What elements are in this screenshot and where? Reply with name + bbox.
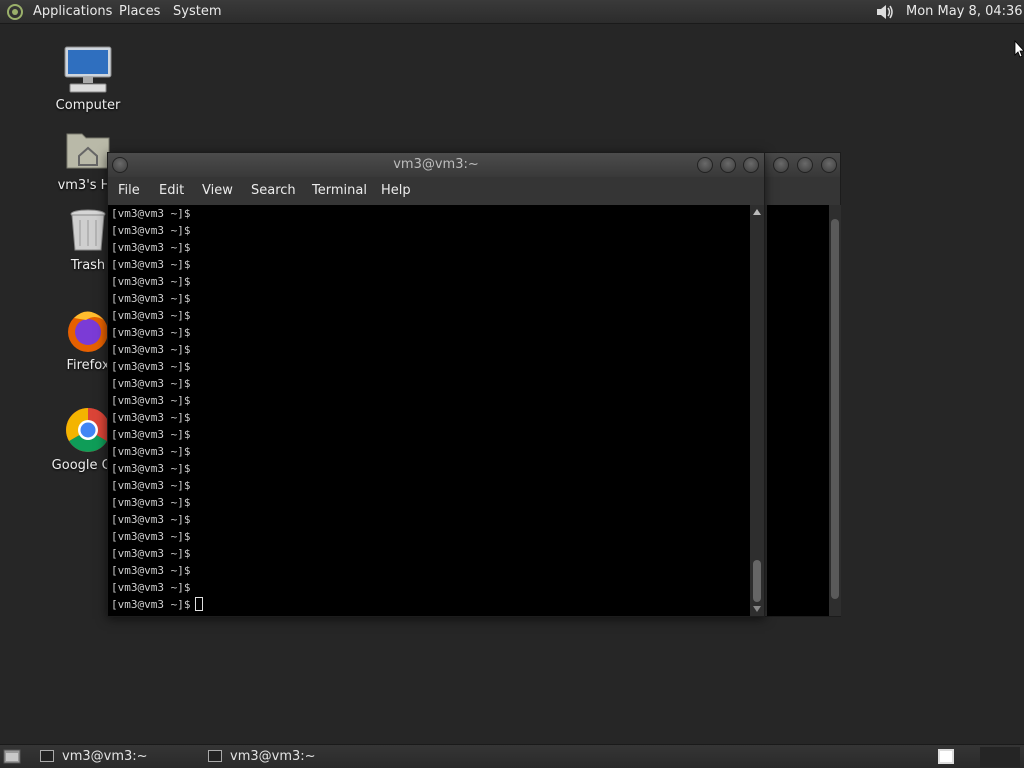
terminal-line: [vm3@vm3 ~]$: [111, 581, 191, 594]
window-title: vm3@vm3:~: [393, 157, 479, 172]
scroll-up-arrow-icon[interactable]: [753, 209, 761, 215]
system-menu[interactable]: System: [173, 0, 221, 24]
window-menubar: [761, 177, 840, 205]
menu-edit[interactable]: Edit: [159, 177, 184, 205]
workspace-switcher-icon[interactable]: [938, 749, 954, 764]
terminal-prompt: [vm3@vm3 ~]$: [111, 598, 191, 611]
home-folder-icon: [66, 133, 110, 169]
distro-logo-icon[interactable]: [6, 3, 24, 21]
taskbar-item[interactable]: vm3@vm3:~: [208, 745, 368, 768]
menu-bar: File Edit View Search Terminal Help: [108, 177, 764, 205]
terminal-line: [vm3@vm3 ~]$: [111, 530, 191, 543]
menu-file[interactable]: File: [118, 177, 140, 205]
scroll-down-arrow-icon[interactable]: [753, 606, 761, 612]
clock[interactable]: Mon May 8, 04:36: [906, 0, 1023, 24]
desktop-icon-label: Computer: [55, 98, 121, 113]
terminal-line: [vm3@vm3 ~]$: [111, 411, 191, 424]
terminal-line: [vm3@vm3 ~]$: [111, 224, 191, 237]
terminal-line: [vm3@vm3 ~]$: [111, 258, 191, 271]
window-titlebar[interactable]: vm3@vm3:~: [108, 153, 764, 177]
terminal-icon: [208, 750, 222, 762]
terminal-prompt-line: [vm3@vm3 ~]$: [111, 596, 204, 613]
terminal-line: [vm3@vm3 ~]$: [111, 309, 191, 322]
menu-help[interactable]: Help: [381, 177, 411, 205]
scrollbar[interactable]: [829, 205, 841, 616]
window-titlebar[interactable]: [761, 153, 840, 177]
terminal-icon: [40, 750, 54, 762]
taskbar-item[interactable]: vm3@vm3:~: [40, 745, 200, 768]
menu-terminal[interactable]: Terminal: [312, 177, 367, 205]
terminal-line: [vm3@vm3 ~]$: [111, 496, 191, 509]
terminal-line: [vm3@vm3 ~]$: [111, 377, 191, 390]
terminal-line: [vm3@vm3 ~]$: [111, 292, 191, 305]
background-terminal-window[interactable]: [760, 152, 841, 617]
volume-icon[interactable]: [874, 3, 896, 21]
terminal-line: [vm3@vm3 ~]$: [111, 513, 191, 526]
computer-icon: [64, 46, 112, 93]
workspace-switcher[interactable]: [980, 747, 1020, 767]
show-desktop-icon[interactable]: [3, 749, 21, 764]
firefox-icon: [68, 311, 108, 352]
terminal-line: [vm3@vm3 ~]$: [111, 479, 191, 492]
maximize-button[interactable]: [797, 157, 813, 173]
terminal-window[interactable]: vm3@vm3:~ File Edit View Search Terminal…: [107, 152, 765, 617]
terminal-line: [vm3@vm3 ~]$: [111, 394, 191, 407]
terminal-line: [vm3@vm3 ~]$: [111, 343, 191, 356]
text-cursor: [195, 597, 204, 611]
terminal-line: [vm3@vm3 ~]$: [111, 547, 191, 560]
terminal-line: [vm3@vm3 ~]$: [111, 360, 191, 373]
terminal-line: [vm3@vm3 ~]$: [111, 207, 191, 220]
maximize-button[interactable]: [720, 157, 736, 173]
terminal-line: [vm3@vm3 ~]$: [111, 428, 191, 441]
scrollbar-thumb[interactable]: [831, 219, 839, 599]
terminal-output[interactable]: [vm3@vm3 ~]$ [vm3@vm3 ~]$ [vm3@vm3 ~]$ […: [108, 205, 750, 616]
places-menu[interactable]: Places: [119, 0, 160, 24]
terminal-line: [vm3@vm3 ~]$: [111, 326, 191, 339]
chrome-icon: [66, 408, 110, 452]
terminal-line: [vm3@vm3 ~]$: [111, 564, 191, 577]
taskbar-item-label: vm3@vm3:~: [230, 749, 316, 764]
scrollbar[interactable]: [750, 205, 764, 616]
terminal-area[interactable]: [767, 205, 829, 616]
applications-menu[interactable]: Applications: [33, 0, 112, 24]
menu-view[interactable]: View: [202, 177, 233, 205]
terminal-line: [vm3@vm3 ~]$: [111, 241, 191, 254]
terminal-line: [vm3@vm3 ~]$: [111, 275, 191, 288]
terminal-line: [vm3@vm3 ~]$: [111, 462, 191, 475]
minimize-button[interactable]: [697, 157, 713, 173]
taskbar-item-label: vm3@vm3:~: [62, 749, 148, 764]
scrollbar-thumb[interactable]: [753, 560, 761, 602]
menu-search[interactable]: Search: [251, 177, 296, 205]
bottom-panel: vm3@vm3:~ vm3@vm3:~: [0, 744, 1024, 768]
top-panel: Applications Places System Mon May 8, 04…: [0, 0, 1024, 24]
terminal-line: [vm3@vm3 ~]$: [111, 445, 191, 458]
mouse-pointer-icon: [1014, 40, 1024, 58]
trash-icon: [70, 209, 106, 251]
close-button[interactable]: [821, 157, 837, 173]
minimize-button[interactable]: [773, 157, 789, 173]
close-button[interactable]: [743, 157, 759, 173]
